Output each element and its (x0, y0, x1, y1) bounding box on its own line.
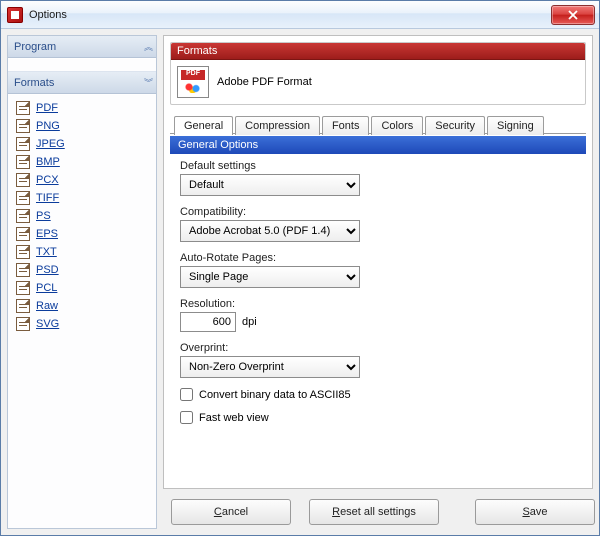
sidebar-item-label: SVG (36, 318, 59, 330)
titlebar[interactable]: Options (1, 1, 599, 29)
sidebar-item-label: PNG (36, 120, 60, 132)
resolution-unit: dpi (242, 316, 257, 328)
sidebar-item-label: PS (36, 210, 51, 222)
sidebar-item-label: JPEG (36, 138, 65, 150)
sidebar-item-label: PCL (36, 282, 57, 294)
compatibility-select[interactable]: Adobe Acrobat 5.0 (PDF 1.4) (180, 220, 360, 242)
sidebar-item-label: TIFF (36, 192, 59, 204)
tab-label: Fonts (332, 120, 360, 132)
file-icon (16, 299, 30, 313)
format-header-group: Formats Adobe PDF Format (170, 42, 586, 105)
close-icon (568, 10, 578, 20)
sidebar-item-eps[interactable]: EPS (10, 225, 154, 243)
convert-ascii85-checkbox[interactable] (180, 388, 193, 401)
cancel-button[interactable]: Cancel (171, 499, 291, 525)
window-title: Options (29, 9, 67, 21)
format-name: Adobe PDF Format (217, 76, 312, 88)
field-fast-web-view[interactable]: Fast web view (180, 411, 576, 424)
field-default-settings: Default settings Default (180, 160, 576, 196)
auto-rotate-select[interactable]: Single Page (180, 266, 360, 288)
pdf-format-icon (177, 66, 209, 98)
dialog-footer: Cancel Reset all settings Save (163, 489, 593, 529)
main-panel: Formats Adobe PDF Format General Compres… (163, 35, 593, 529)
tab-label: General (184, 120, 223, 132)
chevron-expand-icon: ︾ (144, 76, 150, 89)
field-resolution: Resolution: dpi (180, 298, 576, 332)
sidebar-item-label: EPS (36, 228, 58, 240)
fast-web-checkbox[interactable] (180, 411, 193, 424)
sidebar-item-pdf[interactable]: PDF (10, 99, 154, 117)
options-window: Options Program ︽ Formats ︾ PDF PNG JPEG… (0, 0, 600, 536)
file-icon (16, 119, 30, 133)
tab-compression[interactable]: Compression (235, 116, 320, 135)
close-button[interactable] (551, 5, 595, 25)
sidebar-item-label: PSD (36, 264, 59, 276)
file-icon (16, 245, 30, 259)
sidebar-item-tiff[interactable]: TIFF (10, 189, 154, 207)
sidebar-item-svg[interactable]: SVG (10, 315, 154, 333)
app-icon (7, 7, 23, 23)
tab-signing[interactable]: Signing (487, 116, 544, 135)
sidebar-item-psd[interactable]: PSD (10, 261, 154, 279)
file-icon (16, 227, 30, 241)
sidebar: Program ︽ Formats ︾ PDF PNG JPEG BMP PCX… (7, 35, 157, 529)
sidebar-format-list: PDF PNG JPEG BMP PCX TIFF PS EPS TXT PSD… (8, 94, 156, 528)
sidebar-item-label: PDF (36, 102, 58, 114)
file-icon (16, 317, 30, 331)
label-auto-rotate: Auto-Rotate Pages: (180, 252, 576, 264)
label-default-settings: Default settings (180, 160, 576, 172)
sidebar-item-label: PCX (36, 174, 59, 186)
chevron-collapse-icon: ︽ (144, 40, 150, 53)
save-button[interactable]: Save (475, 499, 595, 525)
tab-general[interactable]: General (174, 116, 233, 135)
sidebar-group-label: Formats (14, 77, 54, 89)
resolution-input[interactable] (180, 312, 236, 332)
tab-strip: General Compression Fonts Colors Securit… (170, 115, 586, 134)
sidebar-item-pcx[interactable]: PCX (10, 171, 154, 189)
tab-label: Security (435, 120, 475, 132)
overprint-select[interactable]: Non-Zero Overprint (180, 356, 360, 378)
fast-web-label: Fast web view (199, 412, 269, 424)
sidebar-item-jpeg[interactable]: JPEG (10, 135, 154, 153)
file-icon (16, 101, 30, 115)
file-icon (16, 155, 30, 169)
sidebar-item-label: TXT (36, 246, 57, 258)
file-icon (16, 191, 30, 205)
label-compatibility: Compatibility: (180, 206, 576, 218)
sidebar-item-bmp[interactable]: BMP (10, 153, 154, 171)
file-icon (16, 263, 30, 277)
label-overprint: Overprint: (180, 342, 576, 354)
file-icon (16, 173, 30, 187)
tab-security[interactable]: Security (425, 116, 485, 135)
tab-label: Compression (245, 120, 310, 132)
field-auto-rotate: Auto-Rotate Pages: Single Page (180, 252, 576, 288)
sidebar-group-label: Program (14, 41, 56, 53)
sidebar-item-ps[interactable]: PS (10, 207, 154, 225)
reset-all-button[interactable]: Reset all settings (309, 499, 439, 525)
group-title: Formats (177, 45, 217, 57)
sidebar-item-label: Raw (36, 300, 58, 312)
sidebar-item-png[interactable]: PNG (10, 117, 154, 135)
tab-label: Signing (497, 120, 534, 132)
sidebar-group-formats[interactable]: Formats ︾ (8, 72, 156, 94)
field-compatibility: Compatibility: Adobe Acrobat 5.0 (PDF 1.… (180, 206, 576, 242)
sidebar-group-program[interactable]: Program ︽ (8, 36, 156, 58)
tab-colors[interactable]: Colors (371, 116, 423, 135)
section-title: General Options (170, 136, 586, 154)
field-convert-ascii85[interactable]: Convert binary data to ASCII85 (180, 388, 576, 401)
file-icon (16, 281, 30, 295)
file-icon (16, 137, 30, 151)
sidebar-item-pcl[interactable]: PCL (10, 279, 154, 297)
tab-label: Colors (381, 120, 413, 132)
convert-ascii85-label: Convert binary data to ASCII85 (199, 389, 351, 401)
tab-fonts[interactable]: Fonts (322, 116, 370, 135)
file-icon (16, 209, 30, 223)
default-settings-select[interactable]: Default (180, 174, 360, 196)
sidebar-item-raw[interactable]: Raw (10, 297, 154, 315)
general-options-form: Default settings Default Compatibility: … (170, 154, 586, 428)
sidebar-item-label: BMP (36, 156, 60, 168)
label-resolution: Resolution: (180, 298, 576, 310)
field-overprint: Overprint: Non-Zero Overprint (180, 342, 576, 378)
sidebar-item-txt[interactable]: TXT (10, 243, 154, 261)
